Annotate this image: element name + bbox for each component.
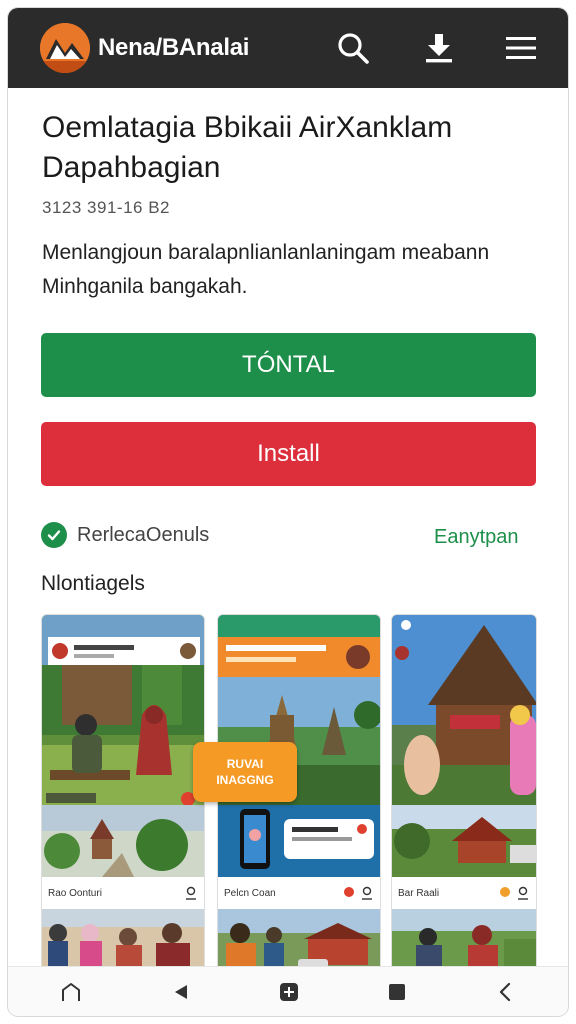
- screenshot-carousel[interactable]: Rao Oonturi Pelcn Coan RUVAI INAGGNG Bar…: [41, 614, 541, 974]
- download-icon[interactable]: [417, 26, 461, 70]
- promo-banner[interactable]: RUVAI INAGGNG: [193, 742, 297, 802]
- bookmark-icon[interactable]: [516, 886, 530, 900]
- screenshot-image-secondary: [42, 805, 204, 877]
- square-icon[interactable]: [382, 977, 412, 1007]
- verified-link[interactable]: Eanytpan: [434, 526, 519, 549]
- verified-label: RerlecaOenuls: [77, 523, 210, 546]
- app-description: Menlangjoun baralapnlianlanlaningam meab…: [42, 241, 490, 298]
- app-meta: 3123 391-16 B2: [42, 198, 170, 217]
- screenshot-image-bottom: [218, 909, 380, 973]
- screenshot-caption-row: Pelcn Coan: [218, 877, 380, 909]
- verified-row: RerlecaOenuls: [41, 522, 209, 548]
- home-icon[interactable]: [56, 977, 86, 1007]
- promo-banner-line1: RUVAI: [226, 757, 264, 771]
- search-icon[interactable]: [331, 26, 375, 70]
- bookmark-icon[interactable]: [184, 886, 198, 900]
- chevron-left-icon[interactable]: [490, 977, 520, 1007]
- app-title: Oemlatagia Bbikaii AirXanklam Dapahbagia…: [42, 111, 453, 184]
- location-pin-icon[interactable]: [342, 886, 356, 900]
- screenshot-image-bottom: [42, 909, 204, 973]
- app-logo[interactable]: [40, 23, 90, 73]
- screenshot-image: [42, 615, 204, 805]
- system-nav-bar: [8, 966, 568, 1016]
- back-icon[interactable]: [166, 977, 196, 1007]
- app-bar: Nena/BAnalai: [8, 8, 568, 88]
- app-frame: Nena/BAnalai Oemlatagia Bbikaii AirXankl…: [8, 8, 568, 1016]
- screenshot-image-bottom: [392, 909, 536, 973]
- bookmark-icon[interactable]: [360, 886, 374, 900]
- menu-icon[interactable]: [499, 26, 543, 70]
- screenshot-card-3[interactable]: Bar Raali: [391, 614, 537, 974]
- screenshot-caption-row: Rao Oonturi: [42, 877, 204, 909]
- screenshot-caption: Rao Oonturi: [48, 887, 102, 899]
- screenshot-image-secondary: [392, 805, 536, 877]
- screenshot-caption: Bar Raali: [398, 887, 440, 899]
- primary-button[interactable]: TÓNTAL: [41, 333, 536, 397]
- check-circle-icon: [41, 522, 67, 548]
- screenshot-image: [392, 615, 536, 805]
- location-pin-icon[interactable]: [498, 886, 512, 900]
- app-switch-icon[interactable]: [274, 977, 304, 1007]
- screenshot-caption: Pelcn Coan: [224, 887, 276, 899]
- promo-banner-line2: INAGGNG: [216, 773, 274, 787]
- install-button[interactable]: Install: [41, 422, 536, 486]
- screenshots-title: Nlontiagels: [41, 572, 145, 595]
- brand-name[interactable]: Nena/BAnalai: [98, 34, 249, 62]
- screenshot-caption-row: Bar Raali: [392, 877, 536, 909]
- screenshot-image-secondary: [218, 805, 380, 877]
- screenshot-card-1[interactable]: Rao Oonturi: [41, 614, 205, 974]
